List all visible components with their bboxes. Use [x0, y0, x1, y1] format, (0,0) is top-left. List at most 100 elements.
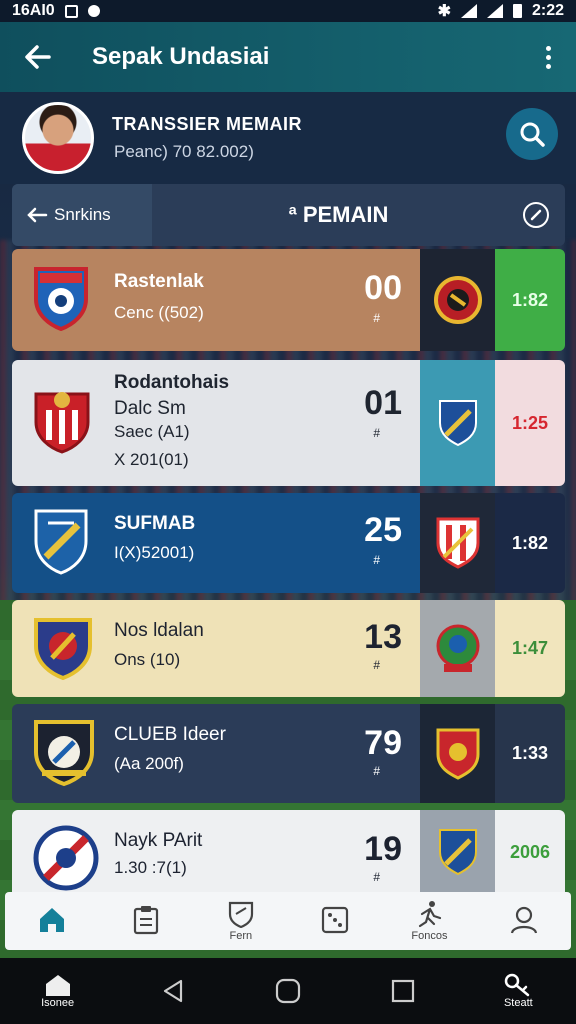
row-time: 1:47 [495, 600, 565, 697]
transfer-row[interactable]: Nayk PArit 1.30 :7(1) 19 # 2006 [12, 810, 565, 894]
chevron-left-icon [27, 207, 48, 223]
opponent-crest-icon [436, 624, 479, 672]
transfer-row[interactable]: Rastenlak Cenc ((502) 00 # 1:82 [12, 249, 565, 351]
transfer-row[interactable]: CLUEB Ideer (Aa 200f) 79 # 1:33 [12, 704, 565, 803]
number-hash: # [373, 658, 380, 672]
status-time-right: 2:22 [531, 2, 564, 19]
row-main: Nos ldalan Ons (10) 13 # [12, 600, 420, 697]
search-button[interactable] [506, 108, 558, 160]
nav-team-label: Fern [229, 930, 253, 942]
battery-icon [512, 4, 522, 18]
opponent-crest-icon [436, 517, 479, 569]
tab-back-button[interactable]: Snrkins [12, 184, 152, 246]
opponent-crest-icon [438, 400, 477, 447]
transfer-row[interactable]: Nos ldalan Ons (10) 13 # 1:47 [12, 600, 565, 697]
system-key-label: Steatt [503, 997, 533, 1009]
system-back-button[interactable] [133, 958, 213, 1024]
profile-header: TRANSSIER MEMAIR Peanc) 70 82.002) [0, 92, 576, 184]
player-number: 00 [364, 269, 402, 307]
transfer-row[interactable]: Rodantohais Dalc Sm Saec (A1) X 201(01) … [12, 360, 565, 486]
transfer-row[interactable]: SUFMAB I(X)52001) 25 # 1:82 [12, 493, 565, 593]
club-sub: Cenc ((502) [114, 303, 204, 322]
club-name: Rodantohais [114, 372, 230, 393]
club-name: Nayk PArit [114, 830, 203, 851]
nav-training[interactable]: Foncos [389, 892, 469, 950]
system-nav-bar: Isonee Steatt [0, 958, 576, 1024]
club-crest-icon [34, 509, 88, 575]
shield-icon [228, 901, 253, 928]
opponent-crest-cell [420, 249, 495, 351]
opponent-crest-cell [420, 704, 495, 803]
arrow-left-icon [25, 45, 51, 69]
club-name: CLUEB Ideer [114, 724, 226, 745]
club-crest-icon [33, 825, 99, 891]
club-crest-icon [34, 267, 88, 331]
signal-icon [460, 4, 477, 18]
number-hash: # [373, 311, 380, 325]
system-circle-button[interactable] [248, 958, 328, 1024]
number-hash: # [373, 870, 380, 884]
club-sub: 1.30 :7(1) [114, 858, 187, 877]
player-number: 19 [364, 830, 402, 868]
square-recents-icon [392, 979, 415, 1003]
opponent-crest-icon [436, 728, 479, 780]
club-crest-icon [34, 618, 92, 680]
status-time-left: 16AI0 [12, 2, 55, 19]
home-icon [40, 908, 65, 932]
row-main: SUFMAB I(X)52001) 25 # [12, 493, 420, 593]
bluetooth-icon: ✱ [437, 3, 451, 20]
club-name: Nos ldalan [114, 620, 204, 641]
system-key-button[interactable]: Steatt [478, 958, 558, 1024]
back-button[interactable] [0, 22, 76, 92]
opponent-crest-cell [420, 493, 495, 593]
opponent-crest-cell [420, 360, 495, 486]
nav-team[interactable]: Fern [201, 892, 281, 950]
app-notification-icon [87, 5, 100, 17]
user-icon [510, 906, 537, 934]
opponent-crest-cell [420, 600, 495, 697]
profile-subtitle: Peanc) 70 82.002) [114, 142, 254, 161]
nav-home[interactable] [12, 892, 92, 950]
system-home-label: Isonee [41, 997, 75, 1009]
nav-clipboard[interactable] [106, 892, 186, 950]
app-bar: Sepak Undasiai [0, 22, 576, 92]
avatar[interactable] [22, 102, 94, 174]
player-number: 79 [364, 724, 402, 762]
opponent-crest-cell [420, 810, 495, 894]
row-main: Rastenlak Cenc ((502) 00 # [12, 249, 420, 351]
number-hash: # [373, 764, 380, 778]
triangle-back-icon [163, 979, 182, 1003]
key-icon [505, 973, 530, 997]
club-sub2: X 201(01) [114, 450, 189, 469]
row-main: Rodantohais Dalc Sm Saec (A1) X 201(01) … [12, 360, 420, 486]
nav-training-label: Foncos [411, 930, 448, 942]
notification-icon [64, 4, 78, 18]
profile-title: TRANSSIER MEMAIR [112, 114, 303, 134]
circle-home-icon [275, 978, 301, 1004]
wifi-icon [486, 4, 503, 18]
row-time: 1:33 [495, 704, 565, 803]
club-sub: (Aa 200f) [114, 754, 184, 773]
app-title: Sepak Undasiai [92, 43, 270, 70]
row-time: 1:25 [495, 360, 565, 486]
nav-profile[interactable] [484, 892, 564, 950]
club-sub: Ons (10) [114, 650, 181, 669]
player-number: 25 [364, 511, 402, 549]
club-name: SUFMAB [114, 513, 196, 534]
system-home-button[interactable]: Isonee [18, 958, 98, 1024]
edit-icon[interactable] [523, 202, 549, 228]
club-crest-icon [34, 392, 90, 454]
club-name-line2: Dalc Sm [114, 398, 186, 419]
status-bar: 16AI0 ✱ 2:22 [0, 0, 576, 22]
clipboard-icon [134, 906, 159, 935]
club-sub: Saec (A1) [114, 422, 190, 441]
number-hash: # [373, 426, 380, 440]
nav-games[interactable] [295, 892, 375, 950]
dice-icon [322, 906, 349, 934]
row-time: 1:82 [495, 249, 565, 351]
system-recents-button[interactable] [363, 958, 443, 1024]
row-main: CLUEB Ideer (Aa 200f) 79 # [12, 704, 420, 803]
more-vert-icon[interactable] [520, 22, 576, 92]
player-number: 13 [364, 618, 402, 656]
tab-title: ª PEMAIN [288, 202, 389, 227]
